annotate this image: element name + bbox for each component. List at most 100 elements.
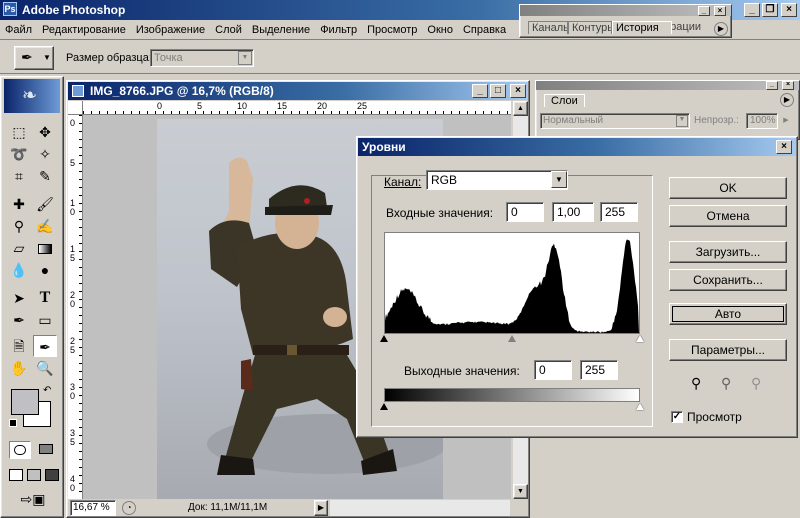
screen-mode-full-menu-icon[interactable] [27, 469, 41, 481]
history-brush-tool-icon[interactable]: ✍ [33, 215, 57, 237]
app-close-button[interactable]: × [781, 3, 797, 17]
jump-to-imageready-icon[interactable]: ⇨▣ [11, 491, 55, 511]
layers-panel-titlebar[interactable] [536, 81, 799, 90]
move-tool-icon[interactable]: ✥ [33, 121, 57, 143]
stamp-tool-icon[interactable]: ⚲ [7, 215, 31, 237]
ruler-origin[interactable] [68, 101, 83, 115]
input-gamma-slider[interactable] [508, 335, 516, 342]
menu-help[interactable]: Справка [458, 20, 511, 40]
tab-history[interactable]: История [612, 21, 672, 34]
output-white-slider[interactable] [636, 403, 644, 410]
notes-tool-icon[interactable]: 🗎 [7, 335, 31, 357]
healing-brush-tool-icon[interactable]: ✚ [7, 193, 31, 215]
screen-mode-standard-icon[interactable] [9, 469, 23, 481]
status-info-icon[interactable]: ◔ [122, 501, 136, 515]
gradient-tool-icon[interactable] [33, 237, 57, 259]
quick-mask-mode-icon[interactable] [35, 441, 57, 459]
tool-preset-picker[interactable]: ✒ ▼ [14, 46, 54, 70]
tab-paths[interactable]: Контуры [568, 21, 612, 34]
channel-arrow-icon[interactable]: ▼ [551, 171, 567, 188]
input-white-slider[interactable] [636, 335, 644, 342]
pen-tool-icon[interactable]: ✒ [7, 309, 31, 331]
menu-layer[interactable]: Слой [210, 20, 247, 40]
channel-select[interactable]: RGB ▼ [426, 170, 568, 190]
ok-label: OK [719, 181, 737, 195]
blend-mode-select[interactable]: Нормальный ▼ [540, 113, 690, 129]
sample-size-arrow-icon[interactable]: ▼ [238, 51, 252, 65]
opacity-value: 100% [750, 115, 776, 126]
eyedropper-tool-icon[interactable]: ✒ [33, 335, 57, 357]
swap-colors-icon[interactable]: ↶ [43, 385, 51, 396]
marquee-tool-icon[interactable]: ⬚ [7, 121, 31, 143]
black-point-eyedropper-icon[interactable]: ⚲ [691, 375, 701, 392]
blur-tool-icon[interactable]: 💧 [7, 259, 31, 281]
menu-view[interactable]: Просмотр [362, 20, 422, 40]
screen-mode-full-icon[interactable] [45, 469, 59, 481]
status-menu-button[interactable]: ▶ [314, 500, 328, 516]
menu-filter[interactable]: Фильтр [315, 20, 362, 40]
layers-panel-minimize[interactable]: _ [766, 81, 778, 90]
slice-tool-icon[interactable]: ✎ [33, 165, 57, 187]
load-button[interactable]: Загрузить... [669, 241, 787, 263]
layers-panel-close[interactable]: × [782, 81, 794, 90]
document-close-button[interactable]: × [510, 84, 526, 98]
tab-layers[interactable]: Слои [544, 94, 585, 107]
lasso-tool-icon[interactable]: ➰ [7, 143, 31, 165]
history-panel-menu-icon[interactable]: ▶ [714, 22, 728, 36]
standard-mode-icon[interactable] [9, 441, 31, 459]
gray-point-eyedropper-icon[interactable]: ⚲ [721, 375, 731, 392]
output-black-field[interactable]: 0 [534, 360, 572, 380]
default-colors-icon[interactable] [9, 419, 17, 427]
hand-tool-icon[interactable]: ✋ [7, 357, 31, 379]
layers-panel-menu-icon[interactable]: ▶ [780, 93, 794, 107]
preview-checkbox[interactable]: ✓ [671, 411, 683, 423]
history-panel-close[interactable]: × [714, 6, 726, 16]
input-white-field[interactable]: 255 [600, 202, 638, 222]
scroll-up-button[interactable]: ▲ [513, 101, 528, 116]
tab-channels[interactable]: Каналы [528, 21, 568, 34]
brush-tool-icon[interactable]: 🖌 [33, 193, 57, 215]
tab-actions[interactable]: Операции [672, 21, 704, 33]
app-restore-button[interactable]: ❐ [762, 3, 778, 17]
document-minimize-button[interactable]: _ [472, 84, 488, 98]
magic-wand-tool-icon[interactable]: ✧ [33, 143, 57, 165]
zoom-field[interactable]: 16,67 % [70, 500, 116, 516]
input-gamma-field[interactable]: 1,00 [552, 202, 594, 222]
opacity-arrow-icon[interactable]: ▶ [780, 113, 792, 129]
input-black-field[interactable]: 0 [506, 202, 544, 222]
menu-image[interactable]: Изображение [131, 20, 210, 40]
document-maximize-button[interactable]: □ [490, 84, 506, 98]
menu-select[interactable]: Выделение [247, 20, 315, 40]
scroll-down-button[interactable]: ▼ [513, 484, 528, 499]
eraser-tool-icon[interactable]: ▱ [7, 237, 31, 259]
ok-button[interactable]: OK [669, 177, 787, 199]
input-black-slider[interactable] [380, 335, 388, 342]
path-selection-tool-icon[interactable]: ➤ [7, 287, 31, 309]
history-panel-minimize[interactable]: _ [698, 6, 710, 16]
opacity-field[interactable]: 100% [746, 113, 778, 129]
document-horizontal-scrollbar[interactable] [330, 500, 510, 516]
document-titlebar[interactable]: IMG_8766.JPG @ 16,7% (RGB/8) _ □ × [68, 82, 528, 100]
foreground-color-swatch[interactable] [11, 389, 39, 415]
cancel-button[interactable]: Отмена [669, 205, 787, 227]
blend-mode-arrow-icon[interactable]: ▼ [676, 115, 688, 127]
app-minimize-button[interactable]: _ [744, 3, 760, 17]
output-white-field[interactable]: 255 [580, 360, 618, 380]
menu-window[interactable]: Окно [422, 20, 458, 40]
save-button[interactable]: Сохранить... [669, 269, 787, 291]
white-point-eyedropper-icon[interactable]: ⚲ [751, 375, 761, 392]
options-button[interactable]: Параметры... [669, 339, 787, 361]
output-black-value: 0 [539, 363, 546, 377]
output-black-slider[interactable] [380, 403, 388, 410]
menu-file[interactable]: Файл [0, 20, 37, 40]
menu-edit[interactable]: Редактирование [37, 20, 131, 40]
sample-size-select[interactable]: Точка ▼ [150, 49, 254, 67]
zoom-tool-icon[interactable]: 🔍 [33, 357, 57, 379]
auto-button[interactable]: Авто [669, 303, 787, 325]
levels-dialog-titlebar[interactable]: Уровни × [358, 138, 796, 156]
levels-dialog-close-button[interactable]: × [776, 140, 792, 154]
type-tool-icon[interactable]: T [33, 287, 57, 309]
crop-tool-icon[interactable]: ⌗ [7, 165, 31, 187]
shape-tool-icon[interactable]: ▭ [33, 309, 57, 331]
dodge-tool-icon[interactable]: ● [33, 259, 57, 281]
